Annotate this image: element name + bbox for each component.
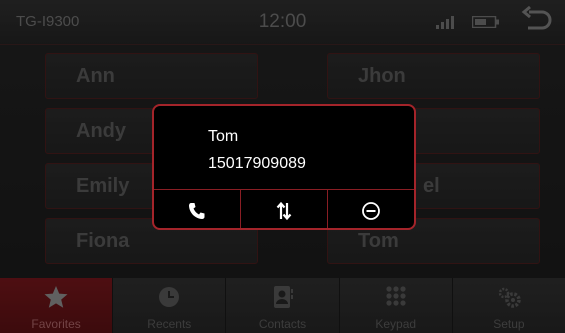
caller-number: 15017909089 <box>208 155 306 172</box>
call-button[interactable] <box>154 190 240 228</box>
caller-name: Tom <box>208 128 239 145</box>
dialog-actions <box>154 189 414 228</box>
minus-circle-icon <box>362 201 380 220</box>
call-dialog: Tom 15017909089 <box>152 104 416 230</box>
phone-call-icon <box>189 202 205 219</box>
dismiss-button[interactable] <box>327 190 414 228</box>
phone-screen: TG-I9300 12:00 Ann Jhon Andy Emily el Fi… <box>0 0 565 333</box>
transfer-arrows-icon <box>276 201 292 220</box>
transfer-button[interactable] <box>240 190 327 228</box>
